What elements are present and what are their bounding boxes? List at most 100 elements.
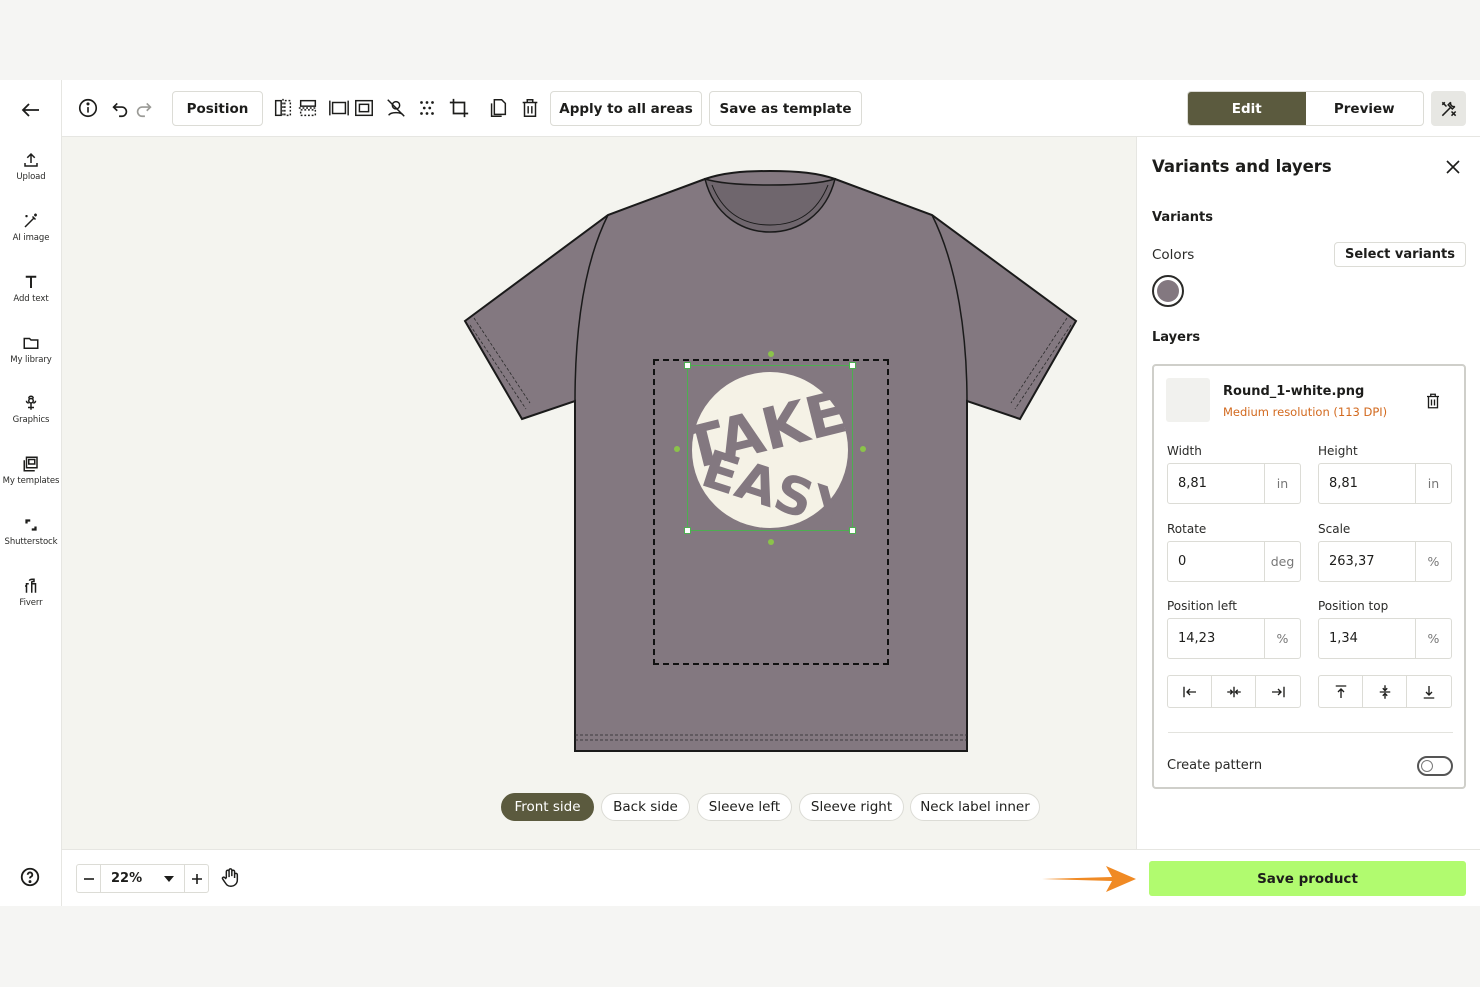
- rail-label: AI image: [12, 233, 50, 243]
- tab-front-side[interactable]: Front side: [501, 793, 594, 821]
- rotate-label: Rotate: [1167, 522, 1207, 536]
- rotate-field[interactable]: 0 deg: [1167, 541, 1301, 582]
- delete-icon[interactable]: [519, 97, 541, 119]
- rail-item-graphics[interactable]: Graphics: [0, 394, 62, 446]
- crop-icon[interactable]: [448, 97, 470, 119]
- tools-button[interactable]: [1431, 91, 1466, 126]
- pattern-icon[interactable]: [416, 97, 438, 119]
- info-icon[interactable]: [77, 97, 99, 119]
- resize-handle[interactable]: [849, 527, 856, 534]
- text-icon: [25, 275, 37, 288]
- tab-edit[interactable]: Edit: [1188, 92, 1306, 125]
- variants-layers-panel: Variants and layers Variants Colors Sele…: [1136, 137, 1480, 849]
- layers-heading: Layers: [1152, 330, 1201, 345]
- align-horizontal-icon[interactable]: [272, 97, 294, 119]
- rotate-value[interactable]: 0: [1168, 542, 1264, 581]
- design-canvas[interactable]: TAKE EASY Front side Back side Sleeve le…: [62, 137, 1136, 849]
- align-right-button[interactable]: [1256, 676, 1300, 707]
- align-bottom-button[interactable]: [1407, 676, 1451, 707]
- align-right-icon: [1272, 686, 1285, 697]
- height-value[interactable]: 8,81: [1319, 464, 1415, 503]
- rail-label: My templates: [2, 476, 60, 486]
- back-arrow-icon[interactable]: [19, 98, 43, 122]
- position-left-field[interactable]: 14,23 %: [1167, 618, 1301, 659]
- tab-back-side[interactable]: Back side: [601, 793, 690, 821]
- apply-all-areas-button[interactable]: Apply to all areas: [550, 91, 702, 126]
- toggle-knob: [1421, 760, 1433, 772]
- rail-label: Add text: [13, 294, 49, 304]
- align-left-icon: [1182, 686, 1196, 697]
- tools-icon: [1441, 101, 1456, 116]
- undo-icon[interactable]: [109, 97, 131, 119]
- layer-thumbnail: [1166, 378, 1210, 422]
- save-product-button[interactable]: Save product: [1149, 861, 1466, 896]
- rotate-handle[interactable]: [768, 351, 774, 357]
- rail-item-add-text[interactable]: Add text: [0, 273, 62, 325]
- templates-icon: [23, 456, 38, 472]
- create-pattern-label: Create pattern: [1167, 758, 1263, 773]
- tab-preview[interactable]: Preview: [1306, 92, 1424, 125]
- resize-handle[interactable]: [684, 527, 691, 534]
- resize-handle[interactable]: [674, 446, 680, 452]
- rail-item-shutterstock[interactable]: Shutterstock: [0, 516, 62, 568]
- zoom-in-button[interactable]: [184, 865, 208, 892]
- zoom-out-button[interactable]: [77, 865, 101, 892]
- scale-unit: %: [1415, 542, 1451, 581]
- align-bottom-icon: [1423, 685, 1435, 699]
- trash-icon[interactable]: [1424, 391, 1442, 411]
- help-icon[interactable]: [19, 866, 41, 888]
- rail-item-fiverr[interactable]: Fiverr: [0, 577, 62, 629]
- rail-item-upload[interactable]: Upload: [0, 151, 62, 203]
- variants-heading: Variants: [1152, 210, 1213, 225]
- align-center-h-button[interactable]: [1212, 676, 1256, 707]
- editor-window: Upload AI image Add text My library Grap…: [0, 80, 1480, 906]
- shutterstock-icon: [25, 519, 37, 531]
- rail-item-ai-image[interactable]: AI image: [0, 212, 62, 264]
- resize-handle[interactable]: [849, 362, 856, 369]
- resize-handle[interactable]: [860, 446, 866, 452]
- position-button[interactable]: Position: [172, 91, 263, 126]
- tab-sleeve-left[interactable]: Sleeve left: [697, 793, 792, 821]
- resize-handle[interactable]: [768, 539, 774, 545]
- save-as-template-button[interactable]: Save as template: [709, 91, 862, 126]
- scale-label: Scale: [1318, 522, 1351, 536]
- align-vertical-icon[interactable]: [297, 97, 319, 119]
- fit-height-icon[interactable]: [353, 97, 375, 119]
- remove-background-icon[interactable]: [385, 97, 407, 119]
- redo-icon[interactable]: [133, 97, 155, 119]
- close-icon[interactable]: [1445, 159, 1461, 175]
- tab-sleeve-right[interactable]: Sleeve right: [799, 793, 904, 821]
- width-value[interactable]: 8,81: [1168, 464, 1264, 503]
- resize-handle[interactable]: [684, 362, 691, 369]
- align-center-v-button[interactable]: [1363, 676, 1407, 707]
- color-swatch[interactable]: [1152, 275, 1184, 307]
- scale-value[interactable]: 263,37: [1319, 542, 1415, 581]
- width-label: Width: [1167, 444, 1202, 458]
- align-top-icon: [1335, 684, 1346, 698]
- take-it-easy-artwork: TAKE EASY: [688, 372, 852, 530]
- select-variants-button[interactable]: Select variants: [1334, 242, 1466, 267]
- hand-tool-icon[interactable]: [219, 867, 241, 889]
- folder-icon: [23, 337, 39, 349]
- position-top-field[interactable]: 1,34 %: [1318, 618, 1452, 659]
- design-layer[interactable]: TAKE EASY: [674, 351, 866, 545]
- fit-width-icon[interactable]: [328, 97, 350, 119]
- align-left-button[interactable]: [1168, 676, 1212, 707]
- fiverr-icon: [25, 578, 37, 593]
- width-field[interactable]: 8,81 in: [1167, 463, 1301, 504]
- align-center-horizontal-icon: [1226, 686, 1241, 697]
- plus-icon: [191, 873, 202, 884]
- scale-field[interactable]: 263,37 %: [1318, 541, 1452, 582]
- tab-neck-label-inner[interactable]: Neck label inner: [910, 793, 1040, 821]
- create-pattern-toggle[interactable]: [1417, 756, 1453, 776]
- zoom-select[interactable]: 22%: [101, 871, 184, 886]
- position-left-value[interactable]: 14,23: [1168, 619, 1264, 658]
- align-top-button[interactable]: [1319, 676, 1363, 707]
- duplicate-icon[interactable]: [487, 97, 509, 119]
- flower-icon: [25, 395, 37, 410]
- position-top-value[interactable]: 1,34: [1319, 619, 1415, 658]
- rail-item-my-library[interactable]: My library: [0, 334, 62, 386]
- rail-item-my-templates[interactable]: My templates: [0, 455, 62, 507]
- horizontal-align-group: [1167, 675, 1301, 708]
- height-field[interactable]: 8,81 in: [1318, 463, 1452, 504]
